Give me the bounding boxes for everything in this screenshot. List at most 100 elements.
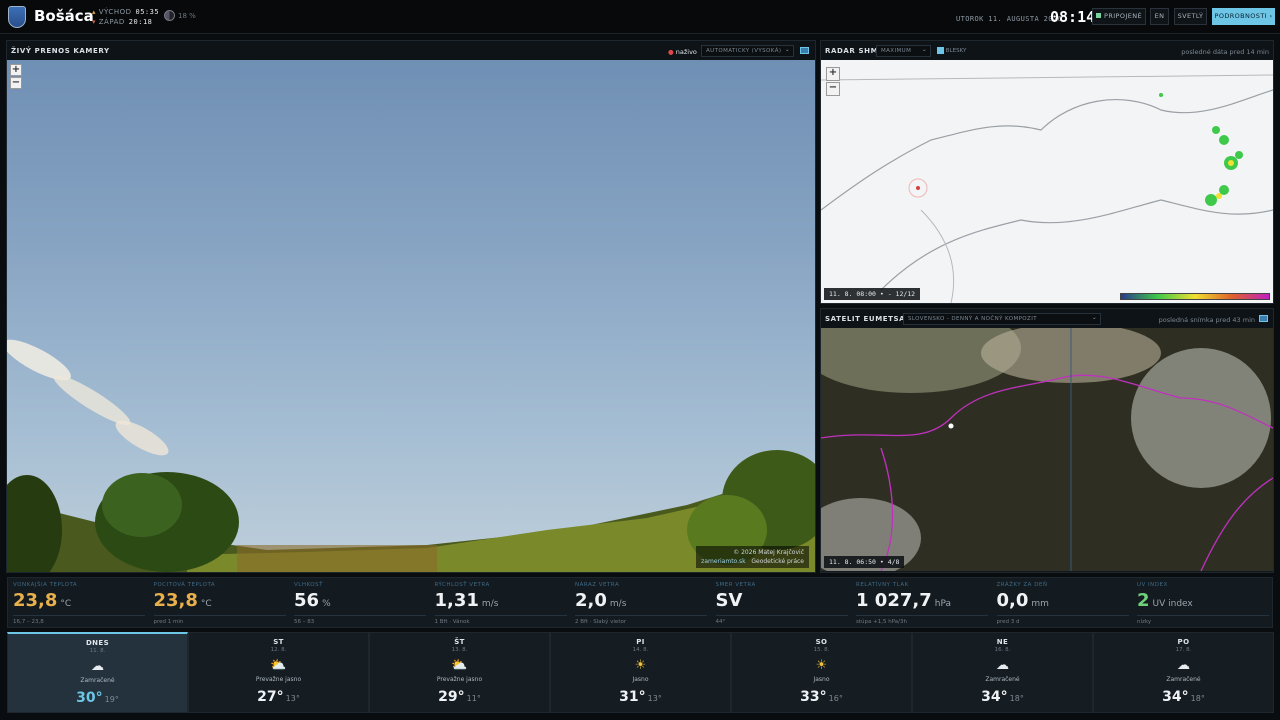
top-bar: Bošáca ▴ VÝCHOD 05:35 ▾ ZÁPAD 20:18 18 % U… bbox=[0, 0, 1280, 34]
stat-value: 1 027,7 hPa bbox=[856, 590, 951, 611]
live-indicator: ● naživo bbox=[668, 48, 697, 56]
forecast-low: 16° bbox=[828, 694, 843, 703]
forecast-description: Zamračené bbox=[80, 677, 115, 684]
current-time: 08:14 bbox=[1050, 8, 1096, 26]
camera-credit: © 2026 Matej Krajčovič zameriamto.sk Geo… bbox=[696, 546, 809, 568]
forecast-day-name: PI bbox=[636, 638, 645, 646]
sunrise: ▴ VÝCHOD 05:35 bbox=[92, 8, 160, 16]
stat-7: ZRÁŽKY ZA DEŇ 0,0 mm pred 3 d bbox=[996, 582, 1129, 625]
forecast-temps: 34° 18° bbox=[913, 689, 1092, 705]
forecast-low: 13° bbox=[647, 694, 662, 703]
sunset-icon: ▾ bbox=[92, 18, 97, 26]
camera-landscape bbox=[7, 339, 815, 572]
stat-3: RÝCHLOSŤ VETRA 1,31 m/s 1 Bft · Vánok bbox=[434, 582, 567, 625]
stat-6: RELATÍVNY TLAK 1 027,7 hPa stúpa +1,5 hPa/3… bbox=[856, 582, 988, 625]
forecast-low: 18° bbox=[1009, 694, 1024, 703]
satellite-header: SATELIT EUMETSAT SLOVENSKO - DENNÝ A NOČ… bbox=[821, 309, 1273, 329]
forecast-day-4[interactable]: SO 15. 8. ☀ Jasno 33° 16° bbox=[731, 632, 912, 713]
sun-icon: ☀ bbox=[634, 658, 647, 673]
theme-button[interactable]: SVETLÝ bbox=[1174, 8, 1207, 25]
camera-header: ŽIVÝ PRENOS KAMERY ● naživo AUTOMATICKY … bbox=[7, 41, 815, 61]
satellite-update-note: posledná snímka pred 43 min bbox=[1158, 316, 1255, 324]
forecast-date: 16. 8. bbox=[994, 647, 1011, 653]
cloud-icon: ☁ bbox=[996, 658, 1009, 673]
town-name: Bošáca bbox=[34, 7, 94, 25]
forecast-low: 13° bbox=[285, 694, 300, 703]
stat-label: RELATÍVNY TLAK bbox=[856, 582, 909, 588]
camera-zoom-in-button[interactable]: + bbox=[10, 64, 22, 76]
forecast-day-name: ST bbox=[273, 638, 284, 646]
satellite-timestamp: 11. 8. 06:50 • 4/8 bbox=[824, 556, 905, 568]
fullscreen-icon[interactable] bbox=[800, 47, 809, 54]
satellite-fullscreen-icon[interactable] bbox=[1259, 315, 1268, 322]
forecast-description: Jasno bbox=[632, 676, 649, 683]
forecast-high: 34° bbox=[1162, 689, 1189, 705]
details-button[interactable]: PODROBNOSTI › bbox=[1212, 8, 1275, 25]
radar-header: RADAR SHMÚ MAXIMUM BLESKY posledné dáta … bbox=[821, 41, 1273, 61]
forecast-day-name: ŠT bbox=[454, 638, 465, 646]
forecast-day-1[interactable]: ST 12. 8. ⛅ Prevažne jasno 27° 13° bbox=[188, 632, 369, 713]
radar-zoom-in-button[interactable]: + bbox=[826, 67, 840, 81]
forecast-high: 33° bbox=[800, 689, 827, 705]
stat-value: 1,31 m/s bbox=[434, 590, 499, 611]
forecast-high: 29° bbox=[438, 689, 465, 705]
copyright-text: © 2026 Matej Krajčovič bbox=[733, 549, 804, 556]
camera-quality-select[interactable]: AUTOMATICKY (VYSOKÁ) bbox=[701, 45, 794, 57]
partly-sunny-icon: ⛅ bbox=[451, 658, 468, 673]
forecast-day-6[interactable]: PO 17. 8. ☁ Zamračené 34° 18° bbox=[1093, 632, 1274, 713]
forecast-day-2[interactable]: ŠT 13. 8. ⛅ Prevažne jasno 29° 11° bbox=[369, 632, 550, 713]
checkbox-icon[interactable] bbox=[937, 47, 944, 54]
language-button[interactable]: EN bbox=[1150, 8, 1169, 25]
forecast-description: Prevažne jasno bbox=[436, 676, 483, 683]
radar-update-note: posledné dáta pred 14 min bbox=[1181, 48, 1269, 56]
stat-value: 2 UV index bbox=[1137, 590, 1193, 611]
forecast-day-name: PO bbox=[1177, 638, 1190, 646]
stat-subtext: pred 1 min bbox=[153, 615, 286, 625]
forecast-high: 30° bbox=[76, 690, 103, 706]
radar-legend bbox=[1120, 293, 1270, 300]
forecast-date: 12. 8. bbox=[270, 647, 287, 653]
camera-zoom-out-button[interactable]: − bbox=[10, 77, 22, 89]
stat-1: POCITOVÁ TEPLOTA 23,8 °C pred 1 min bbox=[153, 582, 286, 625]
forecast-description: Zamračené bbox=[1166, 676, 1201, 683]
current-date: UTOROK 11. AUGUSTA 2026 bbox=[956, 15, 1063, 23]
stat-label: VONKAJŠIA TEPLOTA bbox=[13, 582, 78, 588]
radar-mode-select[interactable]: MAXIMUM bbox=[876, 45, 931, 57]
sunrise-icon: ▴ bbox=[92, 8, 97, 16]
forecast-day-name: SO bbox=[815, 638, 828, 646]
forecast-description: Zamračené bbox=[985, 676, 1020, 683]
radar-timestamp: 11. 8. 08:00 • - 12/12 bbox=[824, 288, 921, 300]
partly-sunny-icon: ⛅ bbox=[270, 658, 287, 673]
stat-value: 0,0 mm bbox=[996, 590, 1049, 611]
sunset: ▾ ZÁPAD 20:18 bbox=[92, 18, 153, 26]
town-crest-icon bbox=[8, 6, 26, 28]
stat-subtext: 2 Bft · Slabý vietor bbox=[575, 615, 707, 625]
stat-value: 23,8 °C bbox=[13, 590, 72, 611]
satellite-mode-select[interactable]: SLOVENSKO - DENNÝ A NOČNÝ KOMPOZIT bbox=[903, 313, 1101, 325]
radar-zoom-out-button[interactable]: − bbox=[826, 82, 840, 96]
credit-tagline: Geodetické práce bbox=[751, 558, 804, 565]
cloud-icon: ☁ bbox=[91, 659, 104, 674]
forecast-date: 15. 8. bbox=[813, 647, 830, 653]
camera-title: ŽIVÝ PRENOS KAMERY bbox=[11, 47, 110, 55]
forecast-temps: 34° 18° bbox=[1094, 689, 1273, 705]
forecast-day-5[interactable]: NE 16. 8. ☁ Zamračené 34° 18° bbox=[912, 632, 1093, 713]
stat-value: 2,0 m/s bbox=[575, 590, 627, 611]
forecast-day-0[interactable]: DNES 11. 8. ☁ Zamračené 30° 19° bbox=[7, 632, 188, 713]
forecast-day-3[interactable]: PI 14. 8. ☀ Jasno 31° 13° bbox=[550, 632, 731, 713]
satellite-image bbox=[821, 328, 1273, 571]
stat-2: VLHKOSŤ 56% 56 – 83 bbox=[294, 582, 426, 625]
forecast-temps: 30° 19° bbox=[8, 690, 187, 706]
stat-label: NÁRAZ VETRA bbox=[575, 582, 620, 588]
stat-8: UV INDEX 2 UV index nízky bbox=[1137, 582, 1269, 625]
forecast-low: 18° bbox=[1190, 694, 1205, 703]
forecast-high: 27° bbox=[257, 689, 284, 705]
lightning-toggle[interactable]: BLESKY bbox=[937, 47, 966, 54]
forecast-date: 11. 8. bbox=[89, 648, 106, 654]
credit-link[interactable]: zameriamto.sk bbox=[701, 558, 745, 565]
forecast-low: 19° bbox=[104, 695, 119, 704]
live-dot-icon: ● bbox=[668, 48, 674, 56]
moon-phase-icon bbox=[164, 10, 175, 21]
forecast-day-name: NE bbox=[996, 638, 1009, 646]
stat-subtext: 56 – 83 bbox=[294, 615, 426, 625]
